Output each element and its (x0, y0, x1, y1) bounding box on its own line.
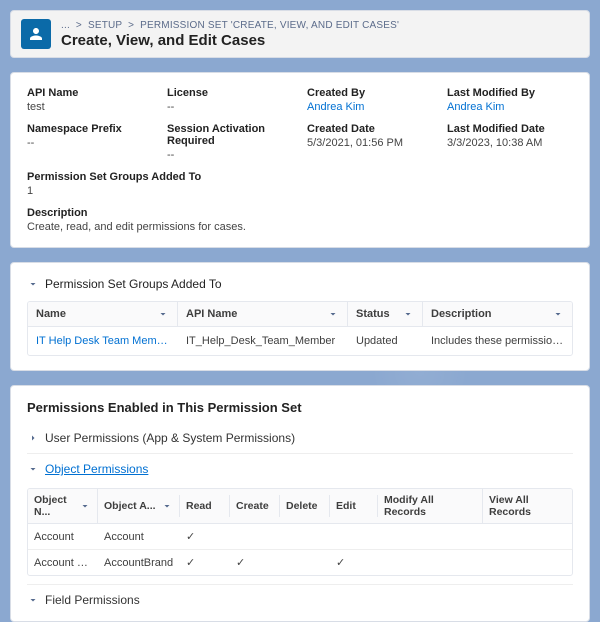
object-permissions-toggle[interactable]: Object Permissions (27, 453, 573, 484)
perm-create: ✓ (230, 550, 280, 575)
api-name-field: API Name test (27, 87, 153, 113)
table-row: Account Brand AccountBrand ✓ ✓ ✓ (28, 550, 572, 575)
description-field: Description Create, read, and edit permi… (27, 207, 573, 233)
chevron-down-icon (552, 308, 564, 320)
perm-modify-all (378, 531, 483, 543)
groups-added-field: Permission Set Groups Added To 1 (27, 171, 573, 197)
col-read[interactable]: Read (180, 495, 230, 517)
page-header: ... > SETUP > PERMISSION SET 'CREATE, VI… (10, 10, 590, 58)
col-api-name[interactable]: API Name (178, 302, 348, 326)
perm-delete (280, 531, 330, 543)
object-table-header: Object N... Object A... Read Create Dele… (28, 489, 572, 524)
perm-view-all (483, 531, 572, 543)
perm-modify-all (378, 557, 483, 569)
col-object-name[interactable]: Object N... (28, 489, 98, 523)
chevron-down-icon (27, 463, 39, 475)
groups-table: Name API Name Status Description IT Help… (27, 301, 573, 356)
chevron-down-icon (27, 278, 39, 290)
table-row: Account Account ✓ (28, 524, 572, 550)
obj-name: Account (28, 525, 98, 549)
license-field: License -- (167, 87, 293, 113)
group-name-link[interactable]: IT Help Desk Team Member (28, 327, 178, 355)
last-modified-by-field: Last Modified By Andrea Kim (447, 87, 573, 113)
col-view-all[interactable]: View All Records (483, 489, 572, 523)
breadcrumb-ellipsis[interactable]: ... (61, 20, 70, 31)
details-card: API Name test License -- Created By Andr… (10, 72, 590, 248)
chevron-down-icon (157, 308, 169, 320)
col-edit[interactable]: Edit (330, 495, 378, 517)
breadcrumb-setup[interactable]: SETUP (88, 20, 122, 31)
perm-delete (280, 557, 330, 569)
chevron-down-icon (402, 308, 414, 320)
perm-edit: ✓ (330, 550, 378, 575)
group-description: Includes these permission sets: View... (423, 327, 572, 355)
last-modified-by-link[interactable]: Andrea Kim (447, 101, 573, 113)
created-by-link[interactable]: Andrea Kim (307, 101, 433, 113)
obj-name: Account Brand (28, 551, 98, 575)
col-status[interactable]: Status (348, 302, 423, 326)
table-row: IT Help Desk Team Member IT_Help_Desk_Te… (28, 327, 572, 355)
col-description[interactable]: Description (423, 302, 572, 326)
col-create[interactable]: Create (230, 495, 280, 517)
perm-view-all (483, 557, 572, 569)
perm-read: ✓ (180, 524, 230, 549)
chevron-down-icon (79, 500, 91, 512)
group-api-name: IT_Help_Desk_Team_Member (178, 327, 348, 355)
permissions-card: Permissions Enabled in This Permission S… (10, 385, 590, 622)
last-modified-date-field: Last Modified Date 3/3/2023, 10:38 AM (447, 123, 573, 161)
page-title: Create, View, and Edit Cases (61, 32, 399, 49)
col-name[interactable]: Name (28, 302, 178, 326)
session-activation-field: Session Activation Required -- (167, 123, 293, 161)
groups-section-header[interactable]: Permission Set Groups Added To (27, 277, 573, 291)
obj-api: Account (98, 525, 180, 549)
group-status: Updated (348, 327, 423, 355)
perm-edit (330, 531, 378, 543)
created-by-field: Created By Andrea Kim (307, 87, 433, 113)
object-permissions-link[interactable]: Object Permissions (45, 462, 148, 476)
groups-table-header: Name API Name Status Description (28, 302, 572, 327)
perm-create (230, 531, 280, 543)
created-date-field: Created Date 5/3/2021, 01:56 PM (307, 123, 433, 161)
chevron-down-icon (327, 308, 339, 320)
breadcrumb-permission-set[interactable]: PERMISSION SET 'CREATE, VIEW, AND EDIT C… (140, 20, 399, 31)
breadcrumb: ... > SETUP > PERMISSION SET 'CREATE, VI… (61, 20, 399, 31)
chevron-down-icon (27, 594, 39, 606)
col-modify-all[interactable]: Modify All Records (378, 489, 483, 523)
field-permissions-toggle[interactable]: Field Permissions (27, 584, 573, 615)
namespace-prefix-field: Namespace Prefix -- (27, 123, 153, 161)
col-delete[interactable]: Delete (280, 495, 330, 517)
chevron-right-icon (27, 432, 39, 444)
chevron-down-icon (161, 500, 173, 512)
permissions-section-title: Permissions Enabled in This Permission S… (27, 400, 573, 415)
groups-card: Permission Set Groups Added To Name API … (10, 262, 590, 371)
object-permissions-table: Object N... Object A... Read Create Dele… (27, 488, 573, 576)
permission-set-icon (21, 19, 51, 49)
obj-api: AccountBrand (98, 551, 180, 575)
col-object-api[interactable]: Object A... (98, 495, 180, 517)
user-permissions-toggle[interactable]: User Permissions (App & System Permissio… (27, 427, 573, 453)
perm-read: ✓ (180, 550, 230, 575)
